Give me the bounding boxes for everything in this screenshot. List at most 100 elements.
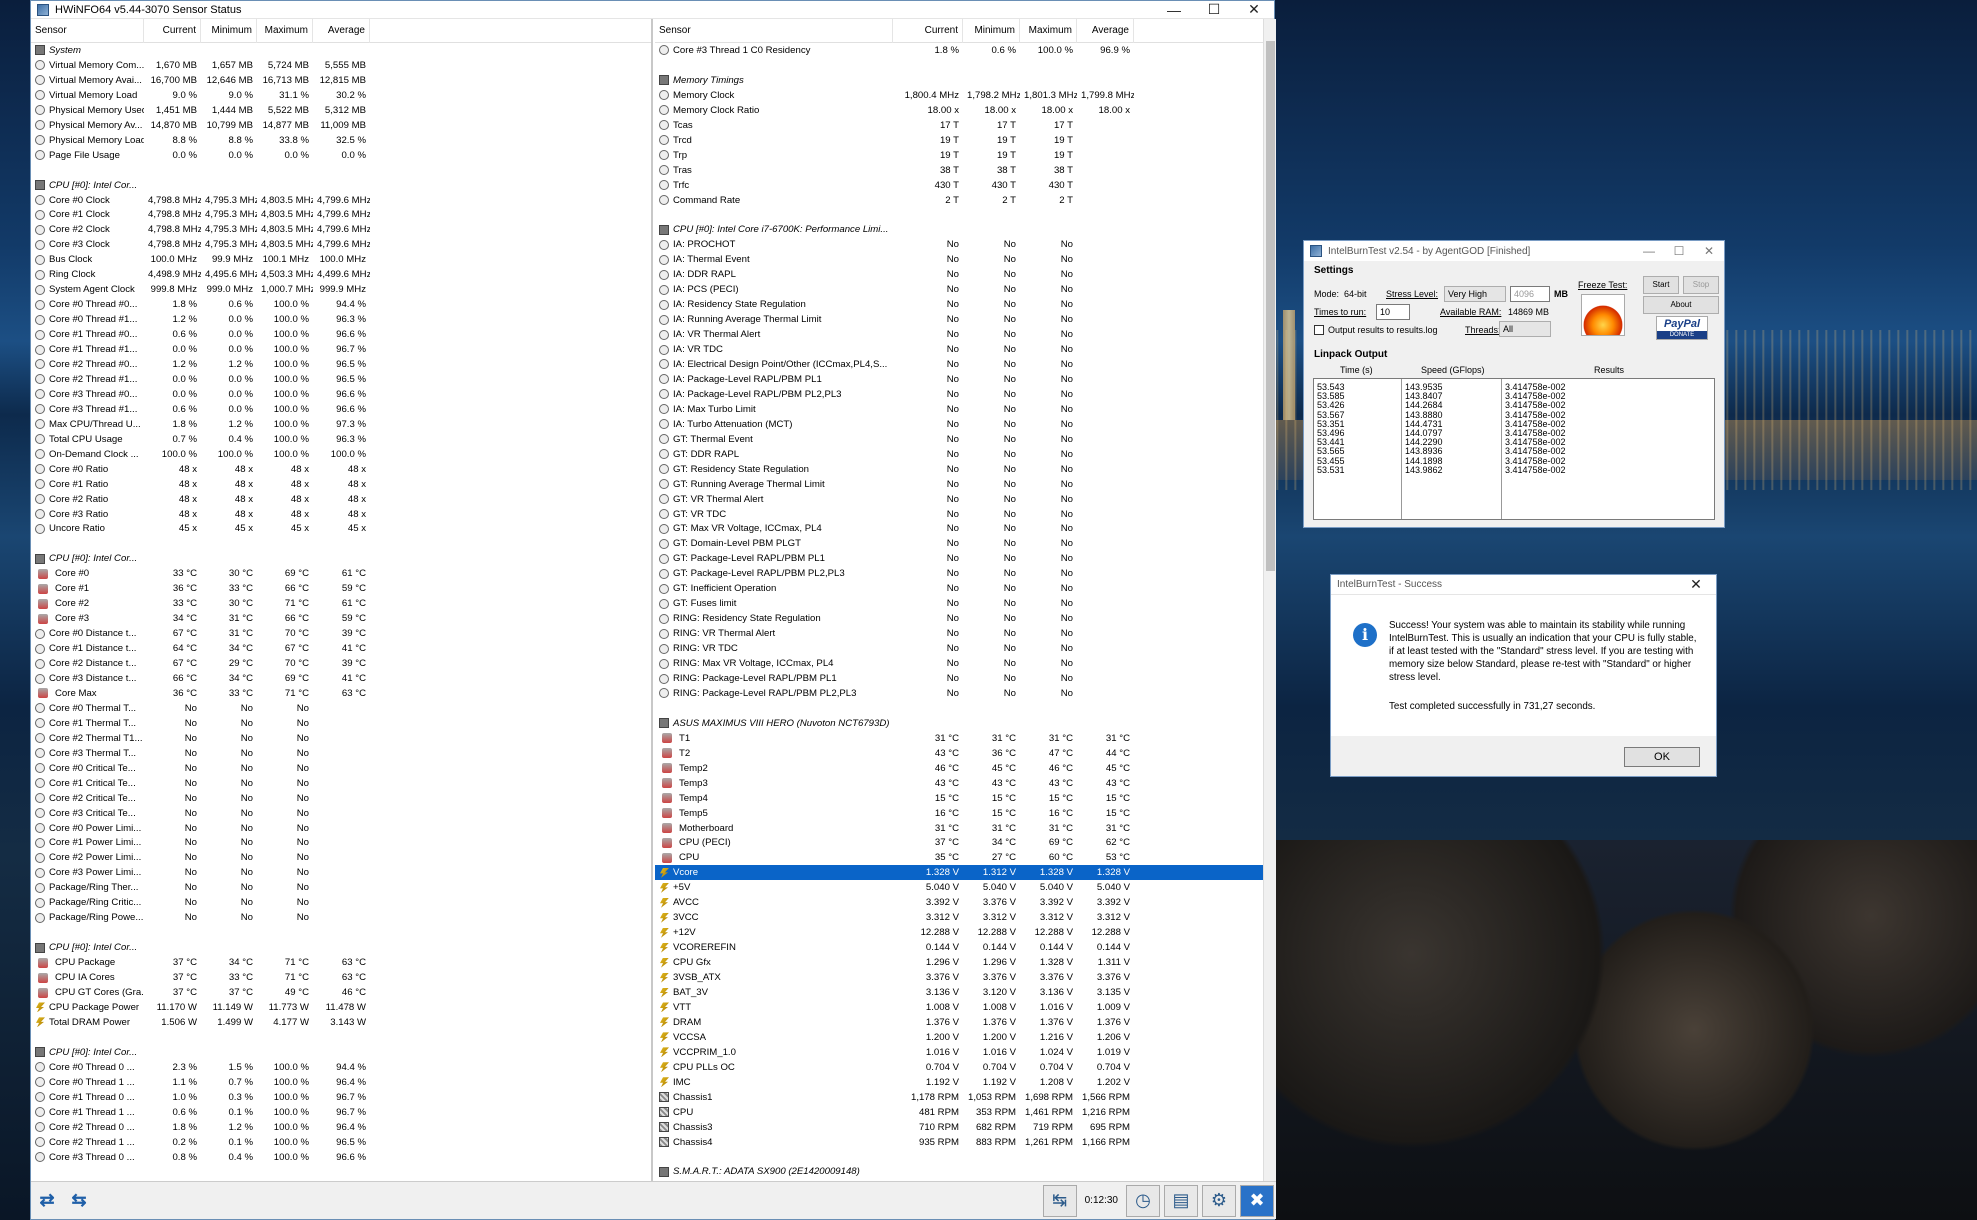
sensor-row[interactable]: Core #2 Ratio 48 x 48 x 48 x 48 x — [31, 492, 651, 507]
sensor-row[interactable]: RING: VR TDC No No No — [655, 641, 1276, 656]
paypal-donate-button[interactable]: PayPal DONATE — [1656, 316, 1708, 340]
sensor-row[interactable]: IA: Residency State Regulation No No No — [655, 297, 1276, 312]
col-minimum-r[interactable]: Minimum — [963, 19, 1020, 43]
sensor-row[interactable]: Core #2 Thread 1 ... 0.2 % 0.1 % 100.0 % 96.… — [31, 1135, 651, 1150]
col-average-r[interactable]: Average — [1077, 19, 1134, 43]
sensor-row[interactable]: CPU Gfx 1.296 V 1.296 V 1.328 V 1.311 V — [655, 955, 1276, 970]
network-icon[interactable]: ↹ — [1042, 1184, 1077, 1217]
sensor-row[interactable]: IA: VR TDC No No No — [655, 342, 1276, 357]
sensor-row[interactable]: GT: Fuses limit No No No — [655, 596, 1276, 611]
sensor-row[interactable]: T2 43 °C 36 °C 47 °C 44 °C — [655, 746, 1276, 761]
sensor-row[interactable]: +5V 5.040 V 5.040 V 5.040 V 5.040 V — [655, 880, 1276, 895]
sensor-row[interactable]: Page File Usage 0.0 % 0.0 % 0.0 % 0.0 % — [31, 148, 651, 163]
sensor-row[interactable]: GT: Package-Level RAPL/PBM PL2,PL3 No No No — [655, 566, 1276, 581]
sensor-row[interactable]: Core #0 Thread 1 ... 1.1 % 0.7 % 100.0 % 96.… — [31, 1075, 651, 1090]
sensor-row[interactable]: CPU Package 37 °C 34 °C 71 °C 63 °C — [31, 955, 651, 970]
success-close-icon[interactable]: ✕ — [1676, 576, 1716, 593]
sensor-row[interactable]: Command Rate 2 T 2 T 2 T — [655, 193, 1276, 208]
ibt-minimize-icon[interactable]: — — [1634, 244, 1664, 258]
sensor-row[interactable]: Core #0 Clock 4,798.8 MHz 4,795.3 MHz 4,803… — [31, 193, 651, 208]
sensor-row[interactable]: Core #2 33 °C 30 °C 71 °C 61 °C — [31, 596, 651, 611]
sensor-row[interactable]: AVCC 3.392 V 3.376 V 3.392 V 3.392 V — [655, 895, 1276, 910]
sensor-row[interactable]: Physical Memory Load 8.8 % 8.8 % 33.8 % 32.5… — [31, 133, 651, 148]
minimize-icon[interactable]: — — [1154, 2, 1194, 18]
sensor-row[interactable]: Core #1 Ratio 48 x 48 x 48 x 48 x — [31, 477, 651, 492]
ibt-titlebar[interactable]: IntelBurnTest v2.54 - by AgentGOD [Finis… — [1304, 241, 1724, 261]
sensor-row[interactable]: Trcd 19 T 19 T 19 T — [655, 133, 1276, 148]
sensor-row[interactable]: Core #3 Thread 0 ... 0.8 % 0.4 % 100.0 % 96.… — [31, 1150, 651, 1165]
sensor-row[interactable]: Core #2 Thermal T1... No No No — [31, 731, 651, 746]
arrows-right-icon[interactable]: ⇆ — [63, 1187, 95, 1215]
sensor-row[interactable]: Motherboard 31 °C 31 °C 31 °C 31 °C — [655, 821, 1276, 836]
sensor-group-row[interactable]: CPU [#0]: Intel Cor... — [31, 940, 651, 955]
sensor-row[interactable]: Core #2 Power Limi... No No No — [31, 850, 651, 865]
success-titlebar[interactable]: IntelBurnTest - Success ✕ — [1331, 575, 1716, 595]
sensor-row[interactable]: Core #1 Critical Te... No No No — [31, 776, 651, 791]
sensor-row[interactable]: Core #1 Thread #1... 0.0 % 0.0 % 100.0 % 96.… — [31, 342, 651, 357]
sensor-row[interactable]: Core #1 Thread 1 ... 0.6 % 0.1 % 100.0 % 96.… — [31, 1105, 651, 1120]
sensor-row[interactable]: IA: VR Thermal Alert No No No — [655, 327, 1276, 342]
sensor-row[interactable]: CPU (PECI) 37 °C 34 °C 69 °C 62 °C — [655, 836, 1276, 851]
sensor-row[interactable]: Core #3 Thermal T... No No No — [31, 746, 651, 761]
sensor-row[interactable]: Package/Ring Critic... No No No — [31, 895, 651, 910]
sensor-row[interactable]: Core #1 Power Limi... No No No — [31, 836, 651, 851]
col-maximum[interactable]: Maximum — [257, 19, 313, 43]
sensor-row[interactable]: Trfc 430 T 430 T 430 T — [655, 178, 1276, 193]
sensor-row[interactable]: CPU IA Cores 37 °C 33 °C 71 °C 63 °C — [31, 970, 651, 985]
sensor-row[interactable]: Total CPU Usage 0.7 % 0.4 % 100.0 % 96.3 % — [31, 432, 651, 447]
sensor-row[interactable]: Virtual Memory Load 9.0 % 9.0 % 31.1 % 30.2 … — [31, 88, 651, 103]
sensor-row[interactable]: Core #1 36 °C 33 °C 66 °C 59 °C — [31, 581, 651, 596]
sensor-row[interactable]: Core #3 34 °C 31 °C 66 °C 59 °C — [31, 611, 651, 626]
sensor-row[interactable]: +12V 12.288 V 12.288 V 12.288 V 12.288 V — [655, 925, 1276, 940]
sensor-row[interactable]: IA: Max Turbo Limit No No No — [655, 402, 1276, 417]
start-button[interactable]: Start — [1643, 276, 1679, 294]
report-icon[interactable]: ▤ — [1164, 1184, 1198, 1217]
sensor-row[interactable]: Core #0 Critical Te... No No No — [31, 761, 651, 776]
sensor-row[interactable]: IA: PROCHOT No No No — [655, 237, 1276, 252]
sensor-row[interactable]: Memory Clock 1,800.4 MHz 1,798.2 MHz 1,801.… — [655, 88, 1276, 103]
sensor-row[interactable]: GT: Running Average Thermal Limit No No No — [655, 477, 1276, 492]
close-sensors-icon[interactable]: ✖ — [1240, 1184, 1274, 1217]
memory-field[interactable]: 4096 — [1510, 286, 1550, 302]
col-current[interactable]: Current — [144, 19, 201, 43]
sensor-row[interactable]: IA: Package-Level RAPL/PBM PL2,PL3 No No No — [655, 387, 1276, 402]
sensor-row[interactable]: Temp4 15 °C 15 °C 15 °C 15 °C — [655, 791, 1276, 806]
sensor-row[interactable]: Max CPU/Thread U... 1.8 % 1.2 % 100.0 % 97.3… — [31, 417, 651, 432]
sensor-pane-right[interactable]: Sensor Current Minimum Maximum Average C… — [655, 19, 1276, 1183]
sensor-row[interactable]: Vcore 1.328 V 1.312 V 1.328 V 1.328 V — [655, 865, 1276, 881]
sensor-row[interactable]: Core #1 Thread 0 ... 1.0 % 0.3 % 100.0 % 96.… — [31, 1090, 651, 1105]
threads-select[interactable]: All — [1499, 321, 1551, 337]
sensor-row[interactable]: RING: Package-Level RAPL/PBM PL1 No No No — [655, 671, 1276, 686]
sensor-row[interactable]: Memory Clock Ratio 18.00 x 18.00 x 18.00 x 1… — [655, 103, 1276, 118]
sensor-row[interactable]: DRAM 1.376 V 1.376 V 1.376 V 1.376 V — [655, 1015, 1276, 1030]
sensor-row[interactable]: GT: Package-Level RAPL/PBM PL1 No No No — [655, 551, 1276, 566]
sensor-row[interactable]: Temp2 46 °C 45 °C 46 °C 45 °C — [655, 761, 1276, 776]
sensor-group-row[interactable]: CPU [#0]: Intel Core i7-6700K: Performan… — [655, 222, 1276, 237]
sensor-row[interactable]: Physical Memory Av... 14,870 MB 10,799 MB 1… — [31, 118, 651, 133]
clock-icon[interactable]: ◷ — [1126, 1184, 1160, 1217]
sensor-row[interactable]: Core #0 Ratio 48 x 48 x 48 x 48 x — [31, 462, 651, 477]
sensor-row[interactable]: GT: Inefficient Operation No No No — [655, 581, 1276, 596]
sensor-row[interactable]: Core #3 Thread 1 C0 Residency 1.8 % 0.6 % 1… — [655, 43, 1276, 58]
sensor-row[interactable]: Core #2 Thread #1... 0.0 % 0.0 % 100.0 % 96.… — [31, 372, 651, 387]
sensor-group-row[interactable]: CPU [#0]: Intel Cor... — [31, 1045, 651, 1060]
sensor-row[interactable]: Core #0 Thread #1... 1.2 % 0.0 % 100.0 % 96.… — [31, 312, 651, 327]
sensor-row[interactable]: Core #0 Thermal T... No No No — [31, 701, 651, 716]
sensor-row[interactable]: Chassis4 935 RPM 883 RPM 1,261 RPM 1,166 RPM — [655, 1135, 1276, 1150]
sensor-row[interactable]: Core #3 Distance t... 66 °C 34 °C 69 °C 41 °… — [31, 671, 651, 686]
sensor-row[interactable]: Core #0 Thread #0... 1.8 % 0.6 % 100.0 % 94.… — [31, 297, 651, 312]
sensor-row[interactable]: Core #0 Thread 0 ... 2.3 % 1.5 % 100.0 % 94.… — [31, 1060, 651, 1075]
sensor-row[interactable]: VCCPRIM_1.0 1.016 V 1.016 V 1.024 V 1.019 V — [655, 1045, 1276, 1060]
sensor-row[interactable]: Temp3 43 °C 43 °C 43 °C 43 °C — [655, 776, 1276, 791]
sensor-row[interactable]: T1 31 °C 31 °C 31 °C 31 °C — [655, 731, 1276, 746]
sensor-row[interactable]: Virtual Memory Avai... 16,700 MB 12,646 MB… — [31, 73, 651, 88]
settings-icon[interactable]: ⚙ — [1202, 1184, 1236, 1217]
sensor-row[interactable]: Core #3 Critical Te... No No No — [31, 806, 651, 821]
sensor-row[interactable]: IA: Package-Level RAPL/PBM PL1 No No No — [655, 372, 1276, 387]
sensor-row[interactable]: CPU Package Power 11.170 W 11.149 W 11.773 … — [31, 1000, 651, 1015]
sensor-group-row[interactable]: Memory Timings — [655, 73, 1276, 88]
sensor-row[interactable]: VCOREREFIN 0.144 V 0.144 V 0.144 V 0.144 V — [655, 940, 1276, 955]
ibt-maximize-icon[interactable]: ☐ — [1664, 244, 1694, 258]
sensor-row[interactable]: IA: Turbo Attenuation (MCT) No No No — [655, 417, 1276, 432]
sensor-row[interactable]: Physical Memory Used 1,451 MB 1,444 MB 5,52… — [31, 103, 651, 118]
